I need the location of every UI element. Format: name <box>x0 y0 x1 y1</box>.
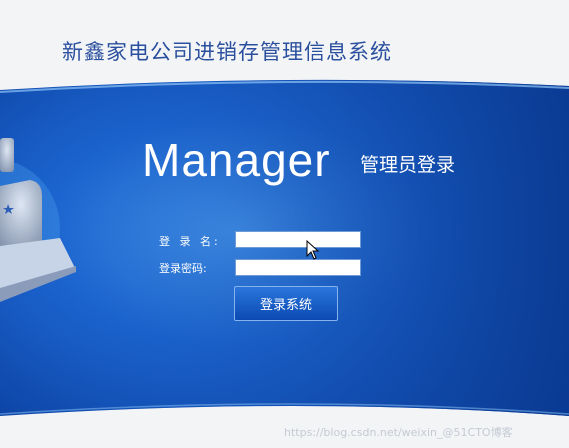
manager-brand-word: Manager <box>142 134 331 186</box>
watermark-text: https://blog.csdn.net/weixin_@51CTO博客 <box>284 426 513 439</box>
password-input[interactable] <box>235 259 361 276</box>
username-label: 登 录 名: <box>159 235 221 248</box>
page-title: 新鑫家电公司进销存管理信息系统 <box>62 40 392 64</box>
banner-background <box>0 79 569 416</box>
login-banner <box>0 78 569 438</box>
manager-login-subtitle: 管理员登录 <box>360 154 456 176</box>
admin-user-icon <box>0 138 76 302</box>
username-input[interactable] <box>235 231 361 248</box>
login-button[interactable]: 登录系统 <box>234 286 338 321</box>
password-label: 登录密码: <box>159 262 207 275</box>
mouse-pointer-icon <box>306 240 320 260</box>
